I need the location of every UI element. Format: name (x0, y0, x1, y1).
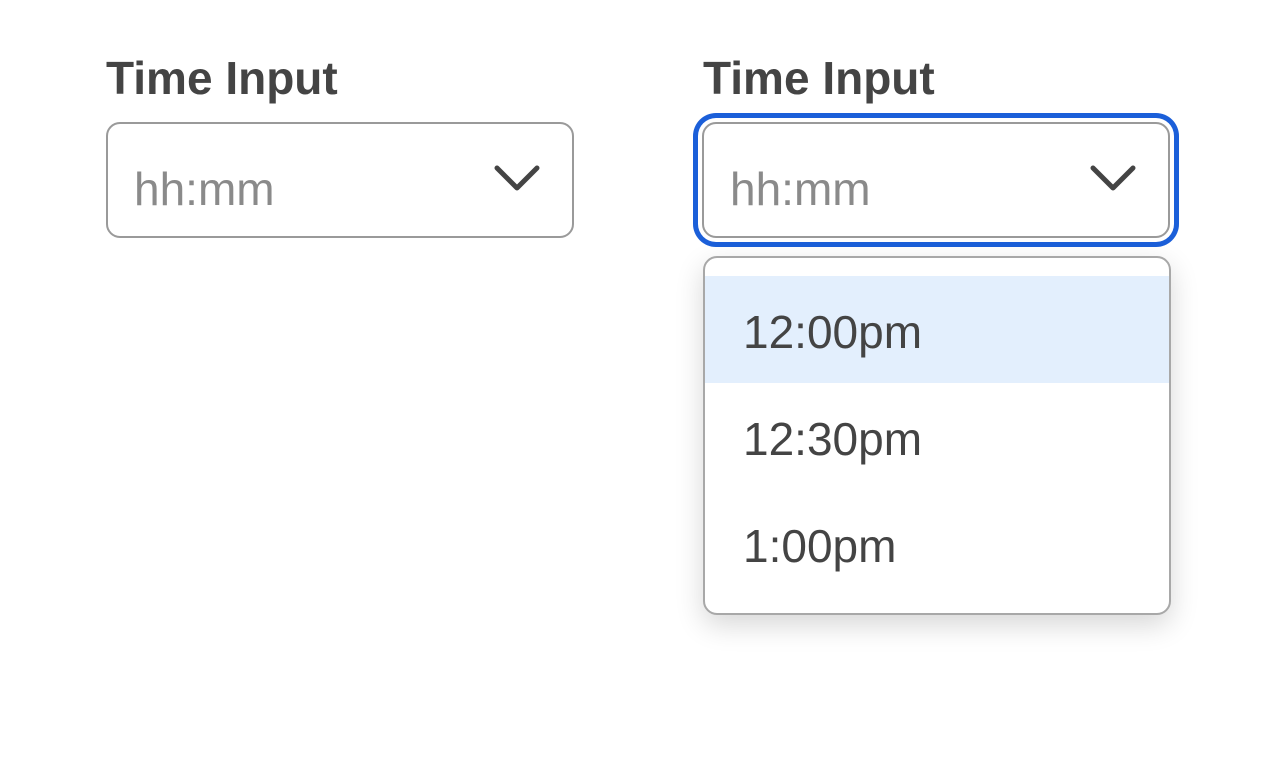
chevron-down-icon[interactable] (492, 162, 542, 194)
time-option-1230pm[interactable]: 12:30pm (705, 383, 1169, 490)
time-option-100pm[interactable]: 1:00pm (705, 490, 1169, 597)
time-option-1200pm[interactable]: 12:00pm (705, 276, 1169, 383)
time-input-select-focused[interactable]: hh:mm (702, 122, 1170, 238)
time-input-label: Time Input (106, 52, 338, 104)
time-options-dropdown: 12:00pm 12:30pm 1:00pm (703, 256, 1171, 615)
time-input-label-focused: Time Input (703, 52, 935, 104)
time-input-select[interactable]: hh:mm (106, 122, 574, 238)
time-input-placeholder: hh:mm (134, 163, 275, 215)
time-input-placeholder: hh:mm (730, 163, 871, 215)
chevron-down-icon[interactable] (1088, 162, 1138, 194)
